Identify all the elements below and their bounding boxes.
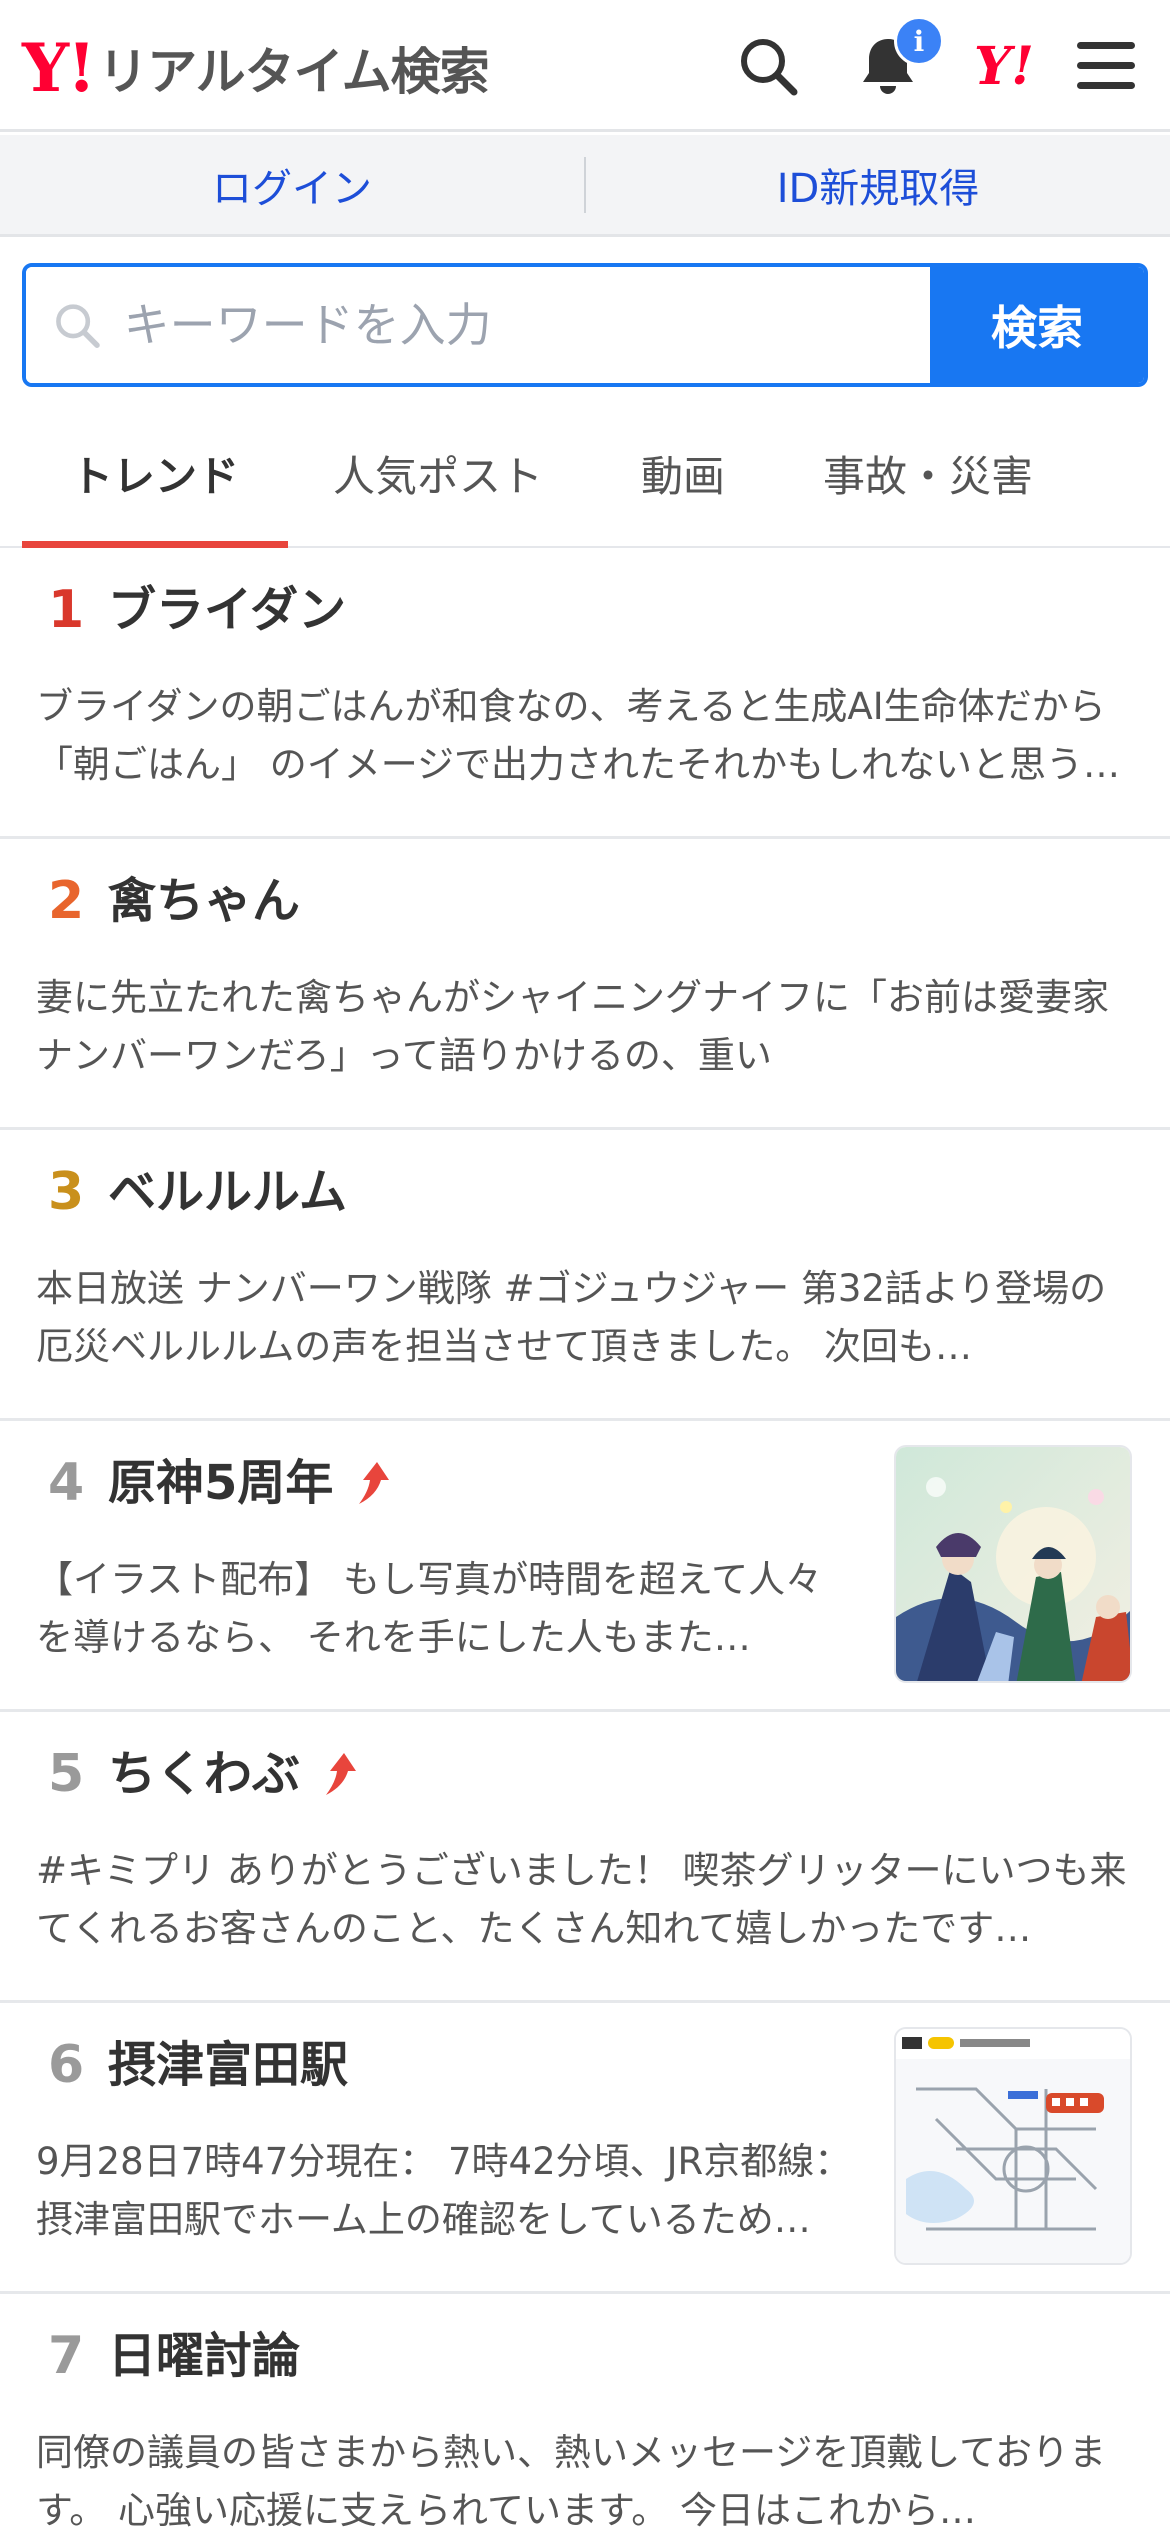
trend-description: #キミプリ ありがとうございました！ 喫茶グリッターにいつも来てくれるお客さんの… [36, 1849, 1127, 1950]
trend-description: 同僚の議員の皆さまから熱い、熱いメッセージを頂戴しております。 心強い応援に支え… [36, 2431, 1107, 2532]
trend-description: ブライダンの朝ごはんが和食なの、考えると生成AI生命体だから 「朝ごはん」 のイ… [36, 685, 1106, 786]
trend-title: 摂津富田駅 [108, 2041, 348, 2089]
trend-title: 原神5周年 [108, 1459, 391, 1507]
trend-item[interactable]: 1 ブライダン ブライダンの朝ごはんが和食なの、考えると生成AI生命体だから 「… [0, 548, 1170, 839]
notification-badge: i [894, 16, 944, 66]
railway-map-thumbnail[interactable] [894, 2027, 1132, 2265]
trend-title: ベルルルム [108, 1168, 347, 1216]
trend-title-text: ブライダン [108, 582, 347, 638]
search-button[interactable]: 検索 [930, 267, 1144, 383]
trend-description: 妻に先立たれた禽ちゃんがシャイニングナイフに「お前は愛妻家ナンバーワンだろ」って… [36, 976, 1109, 1077]
yahoo-logo-mark: Y! [22, 29, 96, 107]
search-input[interactable] [123, 298, 930, 352]
trend-title: ちくわぶ [108, 1750, 358, 1798]
tab-trend[interactable]: トレンド [22, 400, 288, 548]
login-link[interactable]: ログイン [0, 156, 584, 214]
rank-number: 2 [48, 871, 85, 931]
yahoo-japan-icon[interactable]: Y! [964, 26, 1044, 106]
search-field-icon [56, 304, 100, 348]
trend-item[interactable]: 4 原神5周年 【イラスト配布】 もし写真が時間を超えて人々を導けるなら、 それ… [0, 1421, 1170, 1712]
trend-description: 本日放送 ナンバーワン戦隊 #ゴジュウジャー 第32話より登場の厄災ベルルルムの… [36, 1267, 1107, 1368]
trend-title: 禽ちゃん [108, 877, 300, 925]
app-header: Y! リアルタイム検索 i Y! [0, 0, 1170, 132]
account-bar: ログイン ID新規取得 [0, 135, 1170, 237]
trend-description: 9月28日7時47分現在： 7時42分頃、JR京都線：摂津富田駅でホーム上の確認… [36, 2140, 852, 2241]
tab-popular-posts[interactable]: 人気ポスト [288, 400, 588, 546]
trend-title: 日曜討論 [108, 2332, 300, 2380]
trend-list: 1 ブライダン ブライダンの朝ごはんが和食なの、考えると生成AI生命体だから 「… [0, 548, 1170, 2532]
trend-title-text: 原神5周年 [108, 1455, 334, 1511]
bell-icon[interactable]: i [848, 16, 944, 106]
search-bar: 検索 [22, 263, 1148, 387]
rank-number: 1 [48, 580, 85, 640]
rank-number: 6 [48, 2035, 85, 2095]
game-art-thumbnail[interactable] [894, 1445, 1132, 1683]
logo-service-name: リアルタイム検索 [98, 43, 489, 101]
tab-accidents-disasters[interactable]: 事故・災害 [778, 400, 1078, 546]
trend-item[interactable]: 7 日曜討論 同僚の議員の皆さまから熱い、熱いメッセージを頂戴しております。 心… [0, 2294, 1170, 2532]
rank-number: 7 [48, 2326, 85, 2386]
search-icon[interactable] [728, 26, 808, 106]
trend-title-text: ちくわぶ [108, 1746, 301, 1802]
rank-number: 4 [48, 1453, 85, 1513]
trend-item[interactable]: 5 ちくわぶ #キミプリ ありがとうございました！ 喫茶グリッターにいつも来てく… [0, 1712, 1170, 2003]
tab-videos[interactable]: 動画 [588, 400, 778, 546]
search-field[interactable] [26, 267, 930, 383]
category-tabs: トレンド 人気ポスト 動画 事故・災害 [0, 400, 1170, 548]
trend-item[interactable]: 2 禽ちゃん 妻に先立たれた禽ちゃんがシャイニングナイフに「お前は愛妻家ナンバー… [0, 839, 1170, 1130]
trend-title-text: 禽ちゃん [108, 873, 301, 929]
rank-number: 3 [48, 1162, 85, 1222]
trend-description: 【イラスト配布】 もし写真が時間を超えて人々を導けるなら、 それを手にした人もま… [36, 1558, 823, 1659]
yahoo-japan-mark: Y! [974, 35, 1034, 97]
rank-number: 5 [48, 1744, 85, 1804]
trend-item[interactable]: 6 摂津富田駅 9月28日7時47分現在： 7時42分頃、JR京都線：摂津富田駅… [0, 2003, 1170, 2294]
hamburger-menu-icon[interactable] [1066, 26, 1146, 106]
trend-title: ブライダン [108, 586, 346, 634]
yahoo-realtime-logo[interactable]: Y! リアルタイム検索 [22, 28, 490, 108]
signup-link[interactable]: ID新規取得 [586, 156, 1170, 214]
trend-title-text: 摂津富田駅 [108, 2037, 349, 2093]
trend-item[interactable]: 3 ベルルルム 本日放送 ナンバーワン戦隊 #ゴジュウジャー 第32話より登場の… [0, 1130, 1170, 1421]
rising-arrow-icon [326, 1753, 357, 1795]
rising-arrow-icon [359, 1462, 390, 1504]
trend-title-text: 日曜討論 [108, 2328, 301, 2384]
trend-title-text: ベルルルム [108, 1164, 348, 1220]
